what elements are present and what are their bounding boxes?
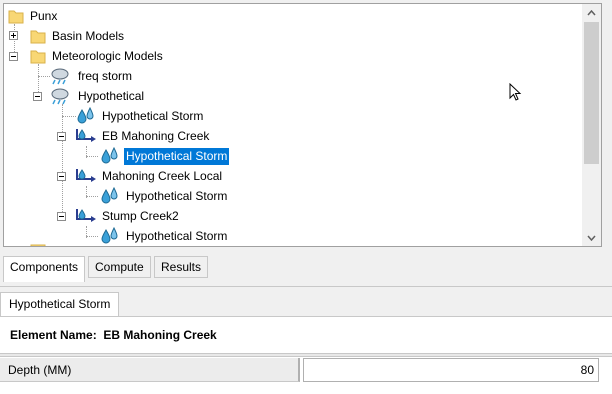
tree-item-subbasin[interactable]: EB Mahoning Creek (74, 127, 211, 146)
collapse-toggle[interactable] (33, 92, 42, 101)
parameter-row: Depth (MM) 80 (0, 358, 612, 382)
tree-item-label: Hypothetical Storm (102, 109, 204, 123)
tree-guide (62, 104, 63, 220)
scroll-up-arrow-icon[interactable] (582, 4, 601, 21)
depth-input[interactable]: 80 (303, 358, 599, 382)
folder-icon (30, 244, 46, 246)
scroll-thumb[interactable] (584, 22, 599, 164)
scroll-down-arrow-icon[interactable] (582, 229, 601, 246)
tree-item-subbasin-storm[interactable]: Hypothetical Storm (100, 227, 229, 246)
tree-scrollbar[interactable] (582, 4, 601, 246)
tree-item-label: EB Mahoning Creek (102, 129, 210, 143)
tree-item-label: Meteorologic Models (52, 49, 163, 63)
raindrops-icon (101, 227, 118, 244)
tree-item-label: Hypothetical Storm (126, 229, 228, 243)
element-name-label: Element Name: (10, 328, 97, 342)
collapse-toggle[interactable] (57, 212, 66, 221)
tree-item-subbasin-storm[interactable]: Hypothetical Storm (100, 147, 231, 166)
tree-guide (86, 236, 98, 237)
tree-guide (38, 76, 50, 77)
tree-item-subbasin-storm[interactable]: Hypothetical Storm (100, 187, 229, 206)
storm-cloud-icon (51, 88, 69, 105)
tab-results[interactable]: Results (154, 256, 209, 278)
tree-item-label: Mahoning Creek Local (102, 169, 223, 183)
mouse-pointer-icon (509, 83, 522, 101)
tree-item-label: Stump Creek2 (102, 209, 179, 223)
folder-icon (8, 10, 24, 24)
tree-item-label: Hypothetical Storm (126, 189, 228, 203)
element-name-row: Element Name: EB Mahoning Creek (10, 328, 217, 342)
tree-item-label: Basin Models (52, 29, 125, 43)
element-name-value: EB Mahoning Creek (103, 328, 217, 342)
component-tree[interactable]: Punx Basin Models Meteorologic Models fr… (3, 3, 602, 247)
expand-toggle[interactable] (9, 31, 18, 40)
grid-separator (0, 353, 612, 357)
tree-item-hypothetical-storm[interactable]: Hypothetical Storm (76, 107, 205, 126)
tree-item-meteorologic-models[interactable]: Meteorologic Models (30, 47, 165, 66)
subbasin-icon (76, 209, 96, 222)
tree-item-hypothetical[interactable]: Hypothetical (50, 87, 146, 106)
collapse-toggle[interactable] (9, 52, 18, 61)
tree-guide (86, 156, 98, 157)
tree-item-basin-models[interactable]: Basin Models (30, 27, 126, 46)
tree-item-label: freq storm (78, 69, 133, 83)
folder-icon (30, 50, 46, 64)
depth-label: Depth (MM) (0, 358, 300, 382)
tree-guide (86, 196, 98, 197)
tree-item-subbasin[interactable]: Mahoning Creek Local (74, 167, 224, 186)
collapse-toggle[interactable] (57, 132, 66, 141)
tab-components[interactable]: Components (3, 256, 86, 282)
folder-icon (30, 30, 46, 44)
tree-item-freq-storm[interactable]: freq storm (50, 67, 134, 86)
storm-cloud-icon (51, 68, 69, 85)
tree-item-label-selected: Hypothetical Storm (122, 147, 231, 166)
raindrops-icon (101, 187, 118, 204)
tree-guide (62, 116, 76, 117)
tree-item-label: Punx (30, 9, 58, 23)
raindrops-icon (77, 107, 94, 124)
component-tree-panel: Punx Basin Models Meteorologic Models fr… (0, 0, 612, 250)
raindrops-icon (101, 147, 118, 164)
tab-compute[interactable]: Compute (88, 256, 151, 278)
subbasin-icon (76, 169, 96, 182)
tree-item-label: Hypothetical (78, 89, 145, 103)
tree-item-subbasin[interactable]: Stump Creek2 (74, 207, 181, 226)
collapse-toggle[interactable] (57, 172, 66, 181)
subbasin-icon (76, 129, 96, 142)
tree-item-project[interactable]: Punx (8, 7, 59, 26)
editor-tab[interactable]: Hypothetical Storm (0, 292, 120, 316)
